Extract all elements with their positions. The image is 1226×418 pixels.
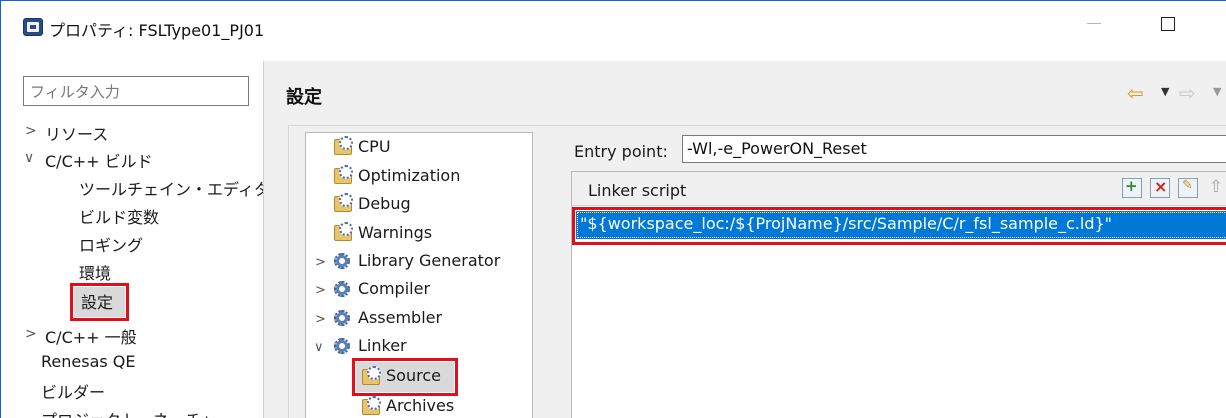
list-toolbar: ⇧ ⇩ bbox=[1122, 177, 1226, 200]
tree-item-linker[interactable]: Linker bbox=[358, 336, 407, 355]
collapse-icon[interactable]: ∨ bbox=[24, 150, 34, 166]
tool-gear-icon bbox=[334, 253, 350, 269]
history-navigation: ⇦ ▼ ⇨ ▼ bbox=[1117, 81, 1226, 105]
option-folder-icon bbox=[334, 165, 353, 184]
tree-item-optimization[interactable]: Optimization bbox=[358, 166, 460, 185]
expand-icon[interactable]: > bbox=[25, 123, 37, 139]
entry-point-field[interactable]: -Wl,-e_PowerON_Reset bbox=[682, 135, 1226, 163]
entry-point-label: Entry point: bbox=[574, 142, 668, 161]
tool-gear-icon bbox=[334, 338, 350, 354]
tool-gear-icon bbox=[334, 310, 350, 326]
delete-icon[interactable] bbox=[1150, 177, 1170, 198]
maximize-button[interactable] bbox=[1161, 17, 1175, 31]
tool-settings-tab: CPU Optimization Debug Warnings > Librar… bbox=[288, 125, 1226, 418]
nav-item-resource[interactable]: リソース bbox=[45, 121, 108, 145]
page-title: 設定 bbox=[286, 87, 322, 108]
move-up-icon[interactable]: ⇧ bbox=[1206, 178, 1226, 198]
expand-icon[interactable]: > bbox=[315, 312, 326, 327]
forward-arrow-icon[interactable]: ⇨ bbox=[1179, 81, 1196, 105]
highlight-box bbox=[352, 358, 458, 396]
nav-item-project-nature[interactable]: プロジェクト・ネーチャー bbox=[41, 407, 233, 418]
title-bar: プロパティ: FSLType01_PJ01 bbox=[1, 1, 1226, 51]
nav-item-cpp-general[interactable]: C/C++ 一般 bbox=[45, 324, 137, 348]
expand-icon[interactable]: > bbox=[315, 283, 326, 298]
highlight-box bbox=[70, 283, 129, 321]
back-arrow-icon[interactable]: ⇦ bbox=[1127, 81, 1144, 105]
tree-item-assembler[interactable]: Assembler bbox=[358, 308, 442, 327]
nav-item-renesas-qe[interactable]: Renesas QE bbox=[41, 352, 136, 371]
nav-item-environment[interactable]: 環境 bbox=[79, 260, 111, 284]
highlight-box bbox=[572, 207, 1226, 245]
add-icon[interactable] bbox=[1122, 177, 1142, 198]
expand-icon[interactable]: > bbox=[25, 326, 37, 342]
linker-script-list: Linker script ⇧ ⇩ "${workspace_loc:/${Pr… bbox=[571, 171, 1226, 418]
collapse-icon[interactable]: ∨ bbox=[314, 340, 324, 355]
tool-settings-tree: CPU Optimization Debug Warnings > Librar… bbox=[305, 132, 533, 418]
tree-item-cpu[interactable]: CPU bbox=[358, 137, 391, 156]
nav-item-toolchain-editor[interactable]: ツールチェイン・エディター bbox=[79, 176, 286, 200]
left-navigation-pane: フィルタ入力 > リソース ∨ C/C++ ビルド ツールチェイン・エディター … bbox=[1, 51, 286, 418]
tree-item-compiler[interactable]: Compiler bbox=[358, 279, 430, 298]
properties-window: プロパティ: FSLType01_PJ01 フィルタ入力 > リソース ∨ C/… bbox=[0, 0, 1226, 418]
edit-icon[interactable] bbox=[1178, 178, 1198, 198]
tree-item-archives[interactable]: Archives bbox=[386, 396, 454, 415]
app-icon bbox=[23, 18, 43, 36]
tree-item-debug[interactable]: Debug bbox=[358, 194, 411, 213]
tree-item-warnings[interactable]: Warnings bbox=[358, 223, 432, 242]
window-title: プロパティ: FSLType01_PJ01 bbox=[49, 21, 265, 40]
linker-script-header: Linker script ⇧ ⇩ bbox=[572, 172, 1226, 206]
back-dropdown-icon[interactable]: ▼ bbox=[1161, 85, 1169, 98]
linker-script-label: Linker script bbox=[588, 181, 687, 200]
nav-item-cpp-build[interactable]: C/C++ ビルド bbox=[45, 148, 153, 172]
forward-dropdown-icon[interactable]: ▼ bbox=[1213, 85, 1221, 98]
tree-item-library-generator[interactable]: Library Generator bbox=[358, 251, 500, 270]
expand-icon[interactable]: > bbox=[315, 255, 326, 270]
minimize-button[interactable] bbox=[1087, 23, 1101, 24]
nav-item-logging[interactable]: ロギング bbox=[79, 232, 143, 256]
nav-item-build-variables[interactable]: ビルド変数 bbox=[79, 204, 159, 228]
option-folder-icon bbox=[334, 193, 353, 212]
option-folder-icon bbox=[334, 222, 353, 241]
option-folder-icon bbox=[362, 396, 381, 415]
filter-input[interactable]: フィルタ入力 bbox=[23, 76, 249, 106]
option-folder-icon bbox=[334, 136, 353, 155]
nav-item-builder[interactable]: ビルダー bbox=[41, 379, 105, 403]
settings-page: 設定 ⇦ ▼ ⇨ ▼ CPU Optimization Debug Warnin… bbox=[264, 61, 1226, 418]
tool-gear-icon bbox=[334, 281, 350, 297]
